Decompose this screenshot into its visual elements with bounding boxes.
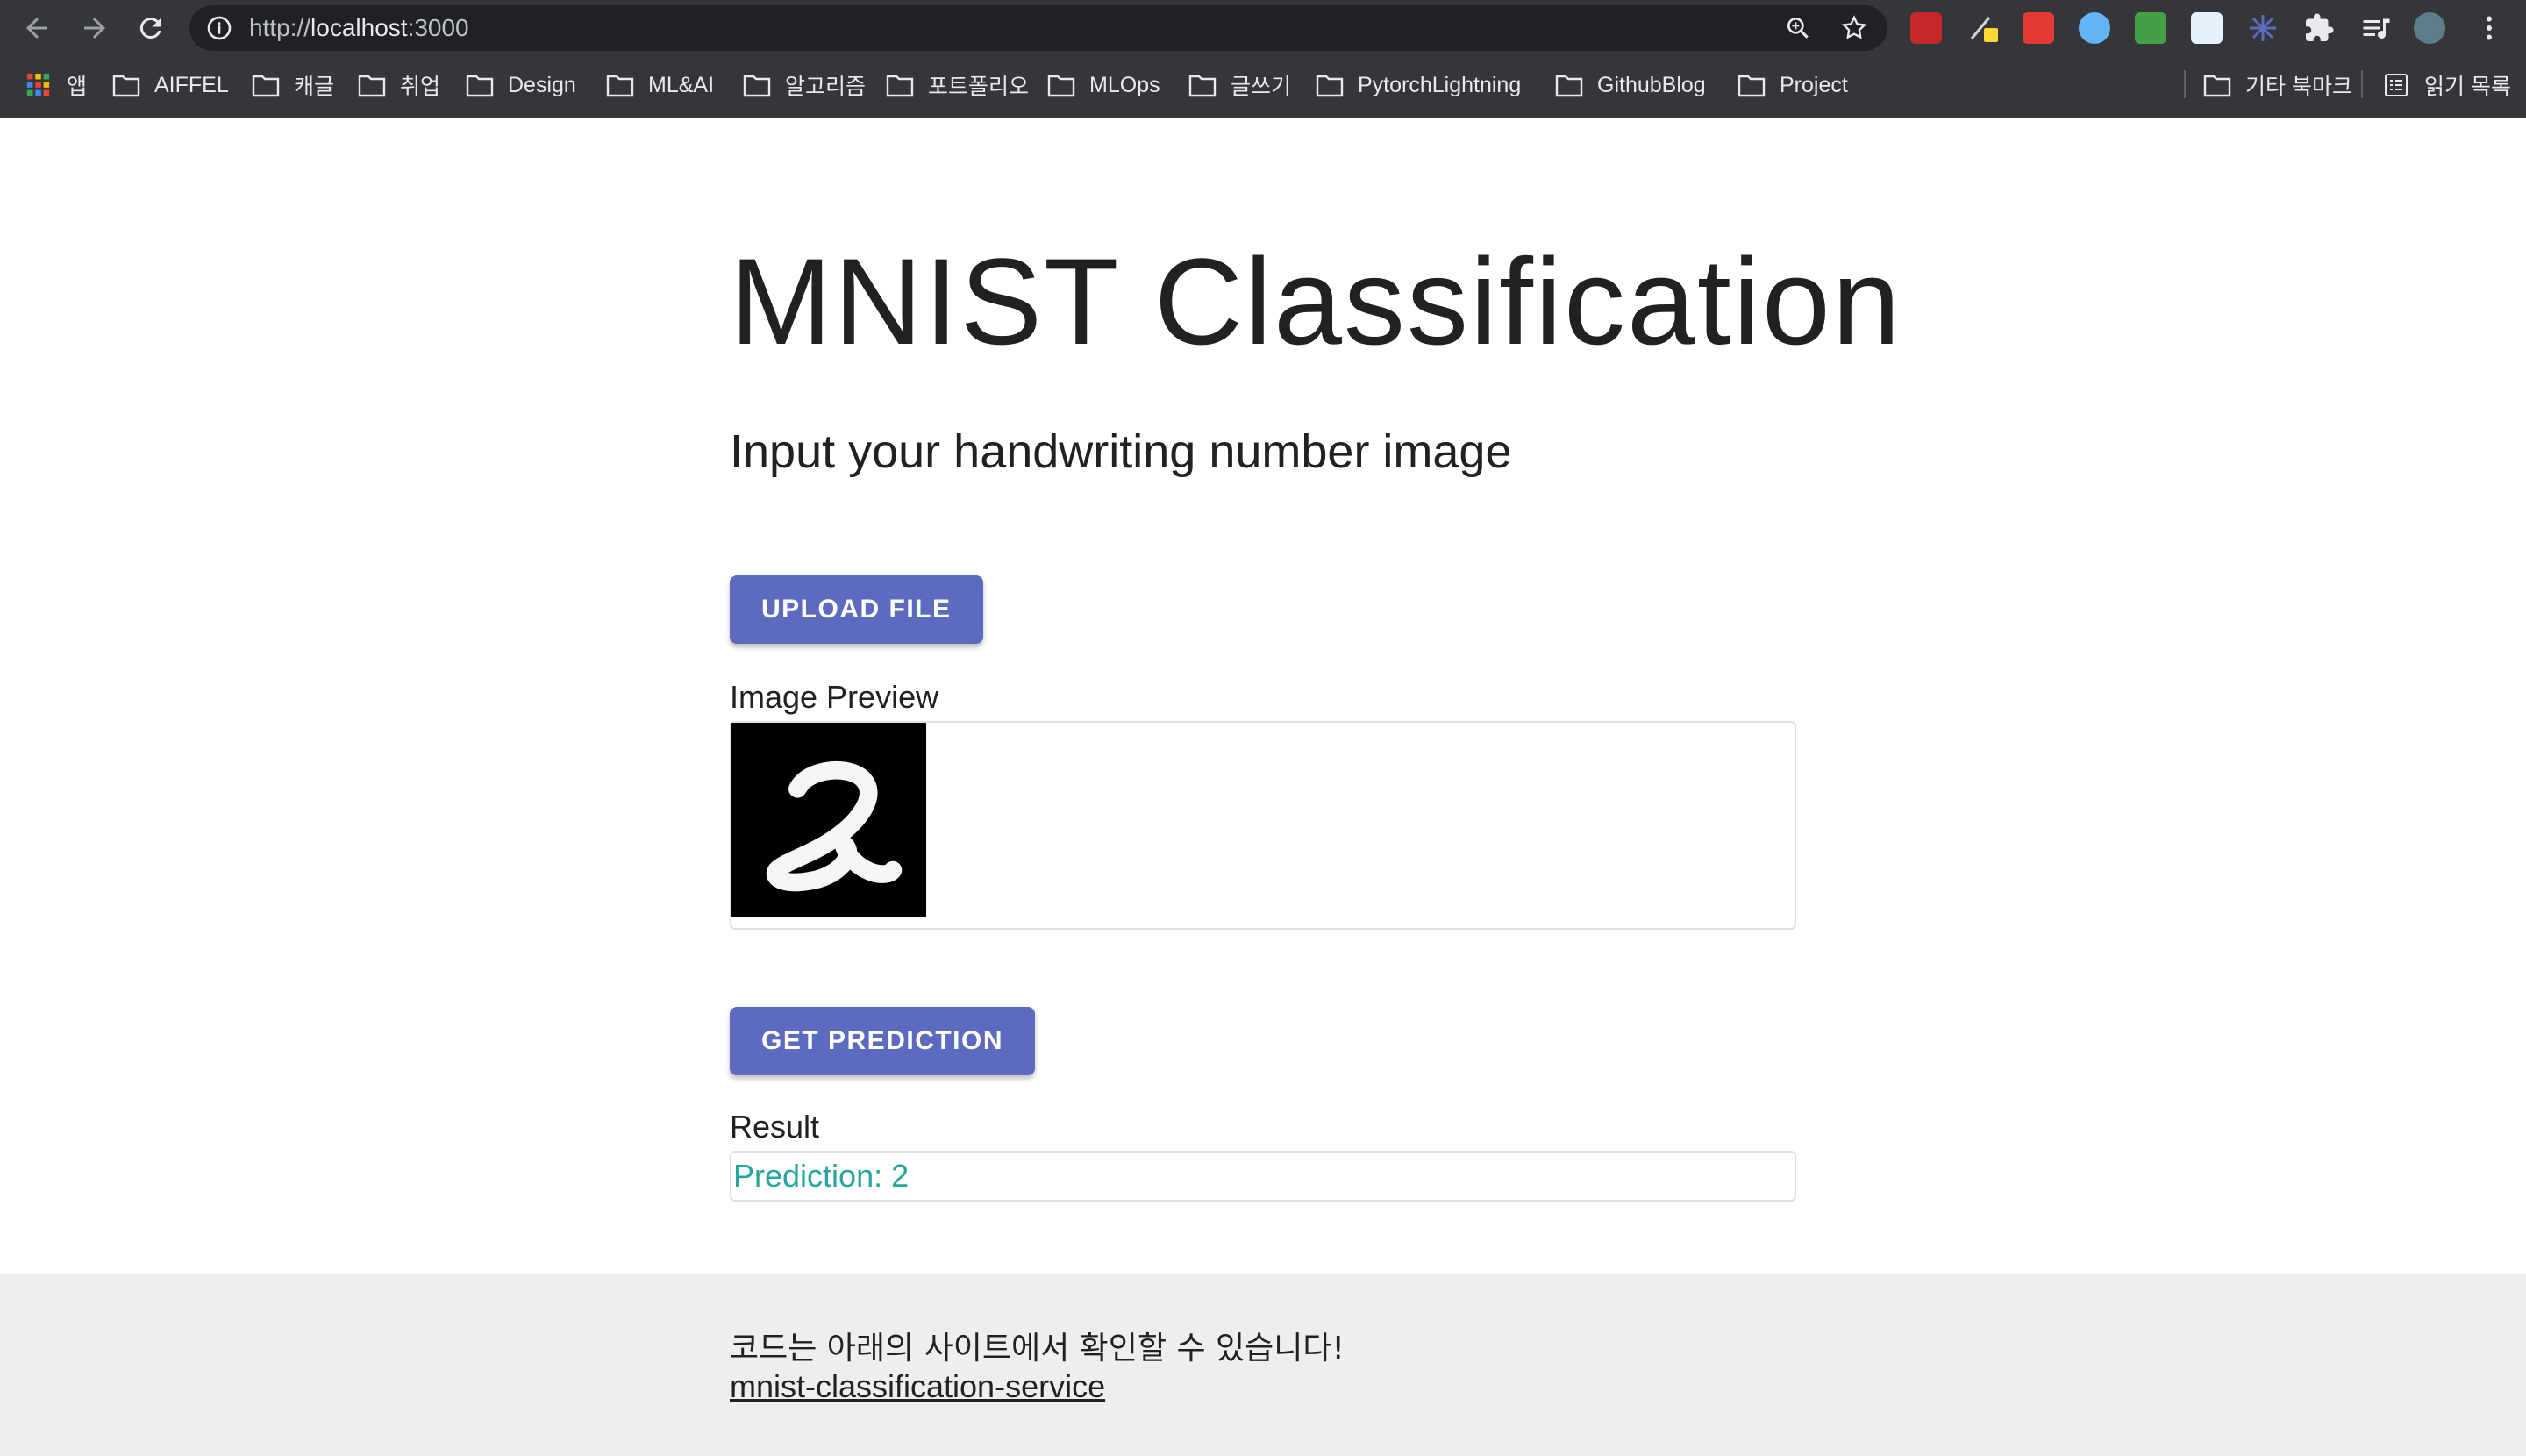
menu-kebab-icon[interactable] <box>2473 12 2505 44</box>
bookmark-folder-githubblog[interactable]: GithubBlog <box>1555 63 1706 107</box>
reload-button[interactable] <box>132 9 170 47</box>
bookmark-folder-mlops[interactable]: MLOps <box>1047 63 1160 107</box>
browser-toolbar: http://localhost:3000 <box>0 0 2526 56</box>
forward-arrow-icon <box>84 18 105 39</box>
profile-avatar[interactable] <box>2414 12 2445 44</box>
extension-doc-icon[interactable] <box>2191 12 2223 44</box>
folder-icon <box>1555 75 1583 97</box>
url-port: :3000 <box>407 14 469 41</box>
extension-snowflake-icon[interactable] <box>2247 12 2279 44</box>
url-text[interactable]: http://localhost:3000 <box>249 5 469 51</box>
bookmark-folder-project[interactable]: Project <box>1738 63 1848 107</box>
bookmark-label: Project <box>1780 72 1848 97</box>
apps-grid-icon <box>26 73 50 96</box>
info-icon[interactable] <box>205 14 233 42</box>
folder-icon <box>606 75 634 97</box>
bookmark-other-folder[interactable]: 기타 북마크 <box>2203 63 2352 107</box>
page-subtitle: Input your handwriting number image <box>730 425 1512 478</box>
folder-icon <box>1316 75 1344 97</box>
extensions-puzzle-icon[interactable] <box>2303 12 2335 44</box>
media-playlist-icon[interactable] <box>2359 12 2391 44</box>
bookmark-label: ML&AI <box>648 72 715 97</box>
bookmark-folder-kaggle[interactable]: 캐글 <box>252 63 334 107</box>
bookmark-label: 글쓰기 <box>1231 75 1292 99</box>
bookmark-label: PytorchLightning <box>1358 72 1522 97</box>
address-bar[interactable]: http://localhost:3000 <box>189 5 1887 51</box>
extension-pen-icon[interactable] <box>1968 12 2000 44</box>
bookmark-label: Design <box>508 72 576 97</box>
bookmark-label: 알고리즘 <box>785 75 867 99</box>
reload-icon <box>139 18 161 39</box>
bookmark-folder-ml-ai[interactable]: ML&AI <box>606 63 714 107</box>
bookmark-label: AIFFEL <box>154 72 229 97</box>
folder-icon <box>1047 75 1075 97</box>
prediction-text: Prediction: 2 <box>733 1158 910 1194</box>
back-button[interactable] <box>18 9 56 47</box>
image-preview-label: Image Preview <box>730 679 939 715</box>
folder-icon <box>2203 75 2231 97</box>
bookmark-label: 취업 <box>400 75 441 99</box>
bookmark-label: 포트폴리오 <box>928 75 1030 99</box>
extension-green-icon[interactable] <box>2135 12 2166 44</box>
upload-file-button[interactable]: UPLOAD FILE <box>730 575 983 644</box>
bookmark-folder-design[interactable]: Design <box>466 63 576 107</box>
folder-icon <box>1188 75 1217 97</box>
bookmark-label: MLOps <box>1089 72 1160 97</box>
extension-check-icon[interactable] <box>2079 12 2110 44</box>
footer-text: 코드는 아래의 사이트에서 확인할 수 있습니다! <box>730 1331 1345 1367</box>
page-title: MNIST Classification <box>730 232 1902 370</box>
folder-icon <box>252 75 280 97</box>
bookmark-label: 앱 <box>67 75 88 99</box>
bookmarks-bar: 앱 AIFFEL 캐글 취업 Design ML&AI 알고리즘 포트폴리오 M… <box>0 63 2526 107</box>
forward-button[interactable] <box>75 9 114 47</box>
folder-icon <box>743 75 771 97</box>
footer-repo-link[interactable]: mnist-classification-service <box>730 1368 1105 1405</box>
reading-list-icon <box>2385 74 2408 96</box>
bookmark-separator <box>2184 70 2186 98</box>
bookmark-folder-aiffel[interactable]: AIFFEL <box>112 63 229 107</box>
bookmark-folder-algorithm[interactable]: 알고리즘 <box>743 63 866 107</box>
reading-list-button[interactable]: 읽기 목록 <box>2382 63 2511 107</box>
get-prediction-button[interactable]: GET PREDICTION <box>730 1007 1036 1075</box>
image-preview-box <box>730 721 1796 930</box>
url-host: localhost <box>310 14 408 41</box>
bookmark-folder-writing[interactable]: 글쓰기 <box>1188 63 1291 107</box>
mnist-digit-image <box>731 723 926 917</box>
browser-chrome: http://localhost:3000 앱 AIFFEL 캐글 취업 Des… <box>0 0 2526 118</box>
bookmark-star-icon[interactable] <box>1840 14 1868 42</box>
extension-todo-icon[interactable] <box>2023 12 2054 44</box>
page-footer: 코드는 아래의 사이트에서 확인할 수 있습니다! mnist-classifi… <box>0 1274 2526 1456</box>
bookmark-label: 캐글 <box>294 75 335 99</box>
reading-list-label: 읽기 목록 <box>2424 75 2511 99</box>
result-box: Prediction: 2 <box>730 1151 1796 1202</box>
folder-icon <box>466 75 494 97</box>
bookmark-folder-portfolio[interactable]: 포트폴리오 <box>886 63 1029 107</box>
bookmark-label: 기타 북마크 <box>2245 75 2352 99</box>
folder-icon <box>358 75 386 97</box>
bookmark-folder-job[interactable]: 취업 <box>358 63 440 107</box>
bookmark-apps[interactable]: 앱 <box>25 63 87 107</box>
url-scheme: http:// <box>249 14 311 41</box>
folder-icon <box>112 75 140 97</box>
folder-icon <box>886 75 914 97</box>
bookmark-label: GithubBlog <box>1597 72 1706 97</box>
folder-icon <box>1738 75 1766 97</box>
bookmark-separator <box>2361 70 2363 98</box>
zoom-icon[interactable] <box>1784 14 1812 42</box>
back-arrow-icon <box>26 18 47 39</box>
result-label: Result <box>730 1109 820 1145</box>
extension-red-icon[interactable] <box>1910 12 1942 44</box>
bookmark-folder-pytorchlightning[interactable]: PytorchLightning <box>1316 63 1521 107</box>
